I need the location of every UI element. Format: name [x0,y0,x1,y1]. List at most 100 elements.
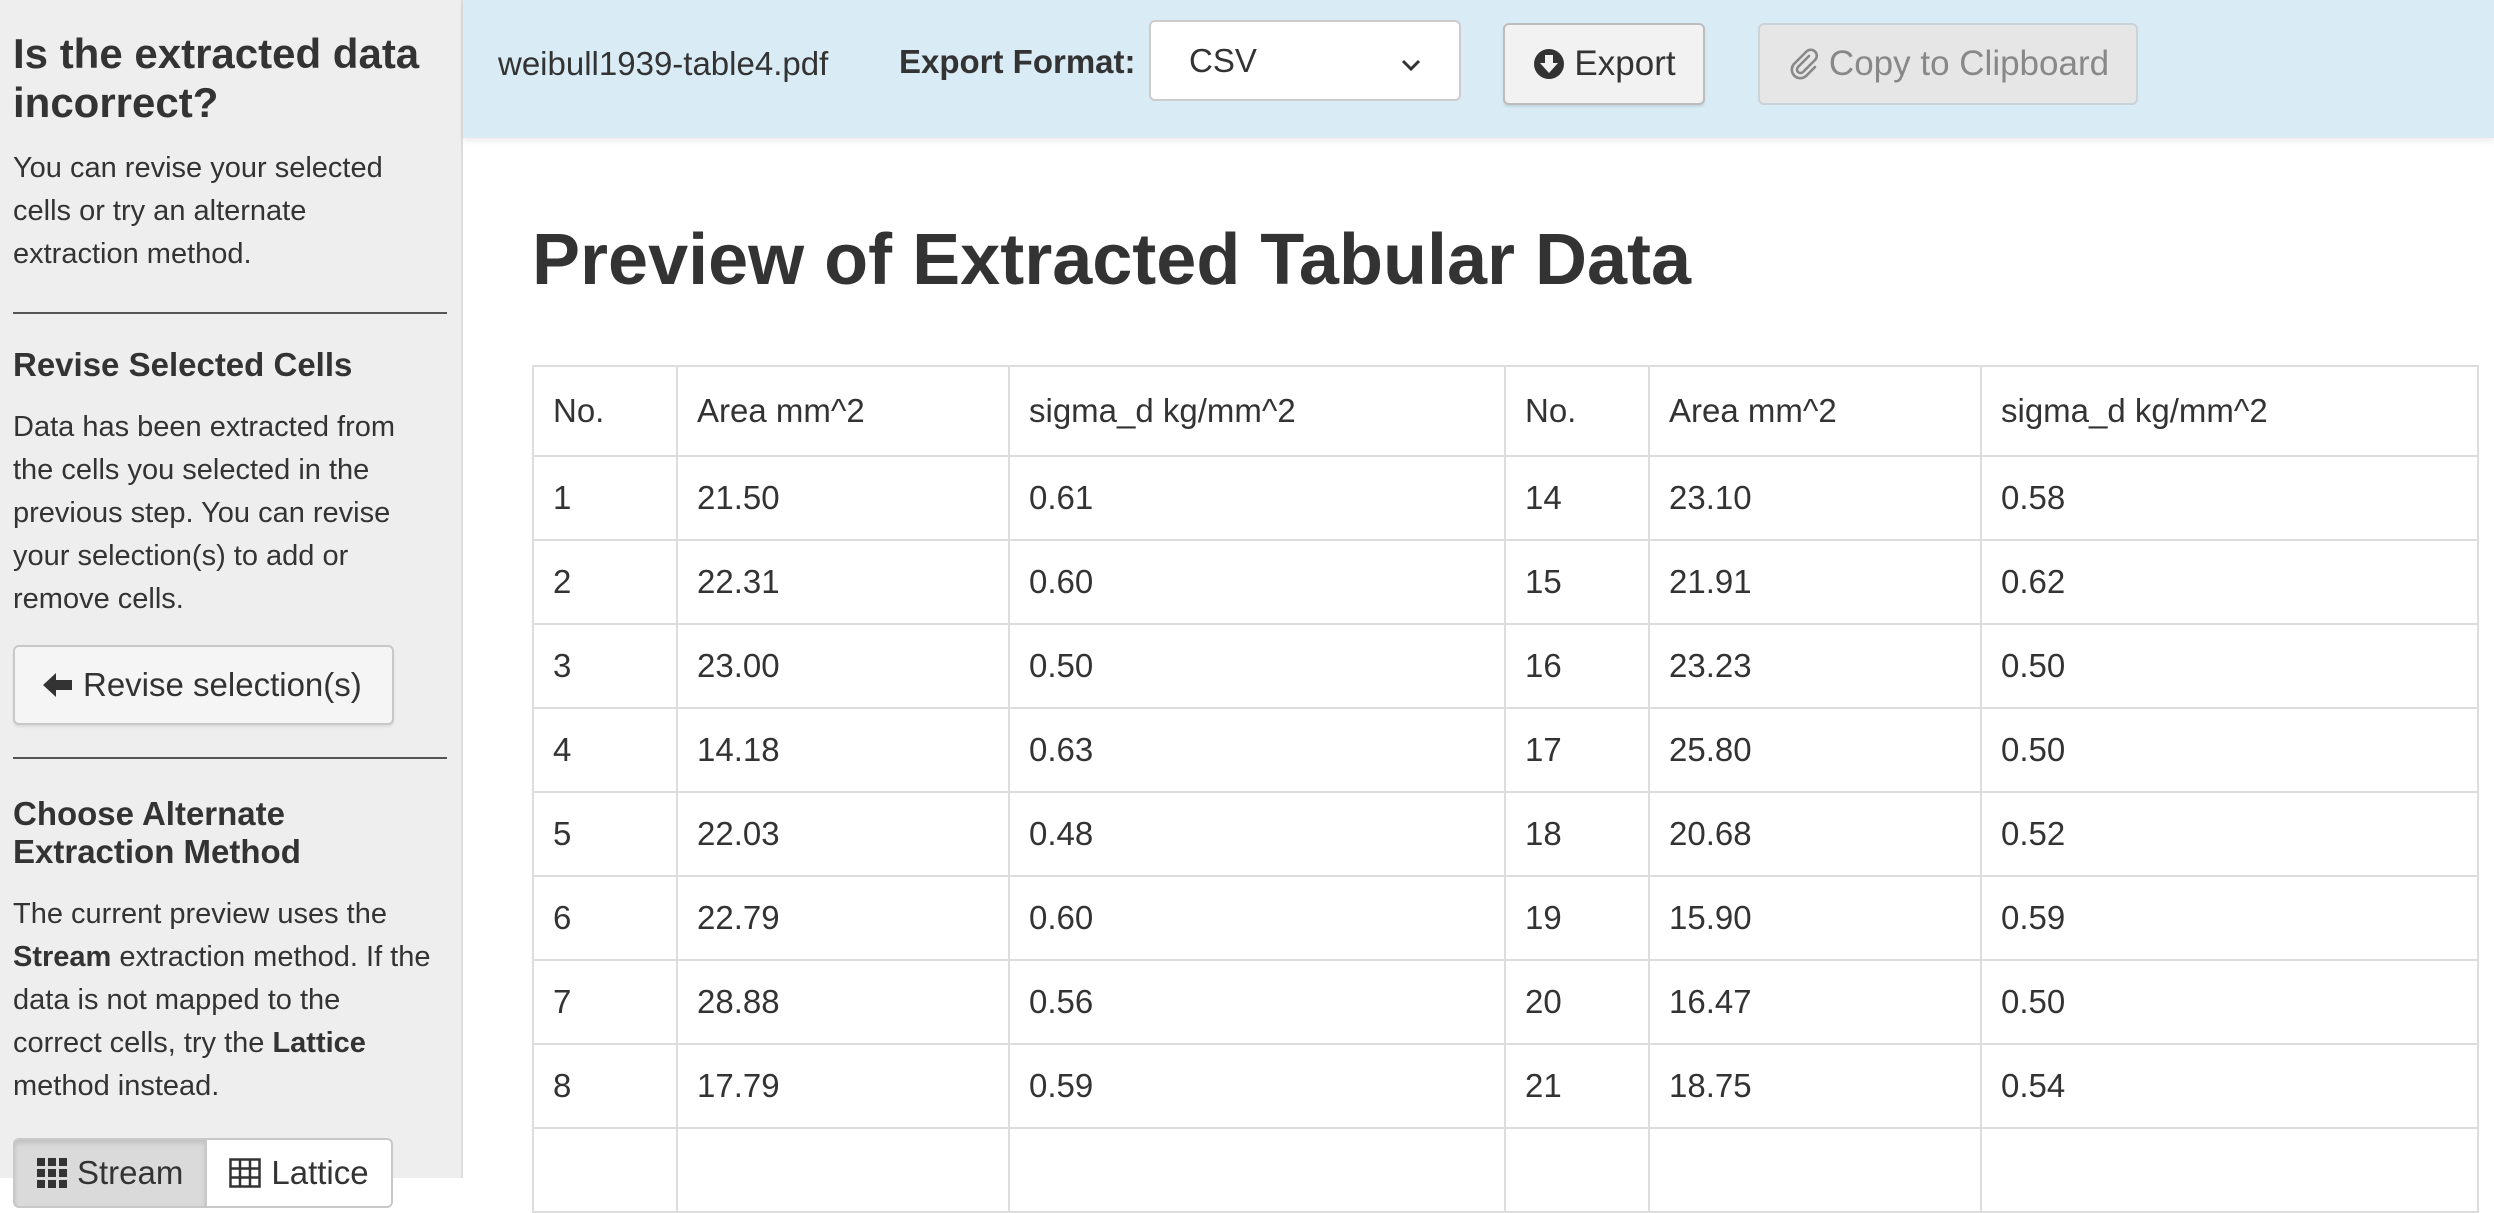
table-row: 7 28.88 0.56 20 16.47 0.50 [532,959,2479,1045]
export-label: Export [1574,44,1676,83]
column-header: No. [1504,365,1650,457]
table-cell: 15.90 [1648,875,1982,961]
table-cell [676,1127,1010,1213]
divider [13,312,447,314]
revise-selection-button[interactable]: Revise selection(s) [13,645,394,725]
table-cell: 22.03 [676,791,1010,877]
table-cell: 21.91 [1648,539,1982,625]
table-cell: 23.10 [1648,455,1982,541]
lattice-label: Lattice [271,1154,369,1191]
copy-to-clipboard-button[interactable]: Copy to Clipboard [1758,23,2138,105]
table-cell [1980,1127,2479,1213]
table-cell: 7 [532,959,678,1045]
table-header-row: No. Area mm^2 sigma_d kg/mm^2 No. Area m… [532,365,2479,457]
export-button[interactable]: Export [1503,23,1705,105]
grid-icon [229,1158,262,1188]
page-title: Preview of Extracted Tabular Data [532,220,1692,300]
table-cell: 5 [532,791,678,877]
copy-label: Copy to Clipboard [1828,44,2110,83]
paperclip-icon [1787,47,1821,81]
table-cell: 22.31 [676,539,1010,625]
export-format-value: CSV [1189,41,1257,79]
download-circle-icon [1532,47,1566,81]
table-cell: 1 [532,455,678,541]
extraction-method-toggle: Stream Lattice [13,1138,393,1208]
table-cell [532,1127,678,1213]
export-format-label: Export Format: [899,43,1136,80]
table-cell: 0.50 [1980,623,2479,709]
arrow-left-icon [43,671,73,699]
stream-label: Stream [77,1154,184,1191]
column-header: Area mm^2 [676,365,1010,457]
table-cell: 0.50 [1980,707,2479,793]
table-cell [1504,1127,1650,1213]
table-cell: 28.88 [676,959,1010,1045]
table-cell: 23.23 [1648,623,1982,709]
table-cell: 0.62 [1980,539,2479,625]
table-cell: 20 [1504,959,1650,1045]
table-cell: 0.60 [1008,875,1506,961]
column-header: sigma_d kg/mm^2 [1980,365,2479,457]
sidebar-heading: Is the extracted data incorrect? [13,30,420,126]
table-row [532,1127,2479,1213]
table-cell: 0.61 [1008,455,1506,541]
alt-method-text: The current preview uses the Stream extr… [13,893,433,1108]
alt-text-stream: Stream [13,941,112,973]
table-cell: 25.80 [1648,707,1982,793]
file-name: weibull1939-table4.pdf [498,45,829,82]
table-cell: 0.59 [1008,1043,1506,1129]
table-cell: 8 [532,1043,678,1129]
table-cell: 18.75 [1648,1043,1982,1129]
alt-text-lattice: Lattice [272,1027,366,1059]
table-cell: 0.52 [1980,791,2479,877]
revise-selection-label: Revise selection(s) [83,666,362,703]
table-cell: 15 [1504,539,1650,625]
column-header: Area mm^2 [1648,365,1982,457]
table-row: 3 23.00 0.50 16 23.23 0.50 [532,623,2479,709]
table-cell: 17 [1504,707,1650,793]
table-cell: 0.59 [1980,875,2479,961]
alt-text-part: The current preview uses the [13,898,387,930]
table-cell: 22.79 [676,875,1010,961]
stream-method-button[interactable]: Stream [13,1138,208,1208]
table-cell: 0.54 [1980,1043,2479,1129]
export-format-select[interactable]: CSV [1149,20,1461,101]
table-cell: 21 [1504,1043,1650,1129]
chevron-down-icon [1401,42,1421,80]
table-cell: 21.50 [676,455,1010,541]
table-cell: 0.56 [1008,959,1506,1045]
lattice-method-button[interactable]: Lattice [207,1138,393,1208]
table-cell: 0.60 [1008,539,1506,625]
table-row: 6 22.79 0.60 19 15.90 0.59 [532,875,2479,961]
table-cell: 17.79 [676,1043,1010,1129]
column-header: sigma_d kg/mm^2 [1008,365,1506,457]
table-cell: 19 [1504,875,1650,961]
sidebar-intro: You can revise your selected cells or tr… [13,152,383,270]
table-cell: 14.18 [676,707,1010,793]
table-cell: 0.58 [1980,455,2479,541]
table-cell: 20.68 [1648,791,1982,877]
revise-heading: Revise Selected Cells [13,346,353,383]
table-row: 2 22.31 0.60 15 21.91 0.62 [532,539,2479,625]
table-row: 4 14.18 0.63 17 25.80 0.50 [532,707,2479,793]
table-cell: 16 [1504,623,1650,709]
th-icon [37,1158,67,1188]
table-cell: 0.48 [1008,791,1506,877]
table-cell: 16.47 [1648,959,1982,1045]
table-cell: 0.50 [1980,959,2479,1045]
table-cell: 14 [1504,455,1650,541]
table-cell: 0.63 [1008,707,1506,793]
alt-method-heading: Choose Alternate Extraction Method [13,795,301,870]
table-row: 8 17.79 0.59 21 18.75 0.54 [532,1043,2479,1129]
table-cell: 23.00 [676,623,1010,709]
table-cell: 2 [532,539,678,625]
table-cell: 4 [532,707,678,793]
alt-text-part: method instead. [13,1070,220,1102]
table-cell: 0.50 [1008,623,1506,709]
table-cell: 18 [1504,791,1650,877]
divider [13,757,447,759]
export-toolbar: weibull1939-table4.pdf Export Format: CS… [463,0,2494,138]
revise-text: Data has been extracted from the cells y… [13,411,396,615]
sidebar: Is the extracted data incorrect? You can… [0,0,463,1178]
table-row: 5 22.03 0.48 18 20.68 0.52 [532,791,2479,877]
